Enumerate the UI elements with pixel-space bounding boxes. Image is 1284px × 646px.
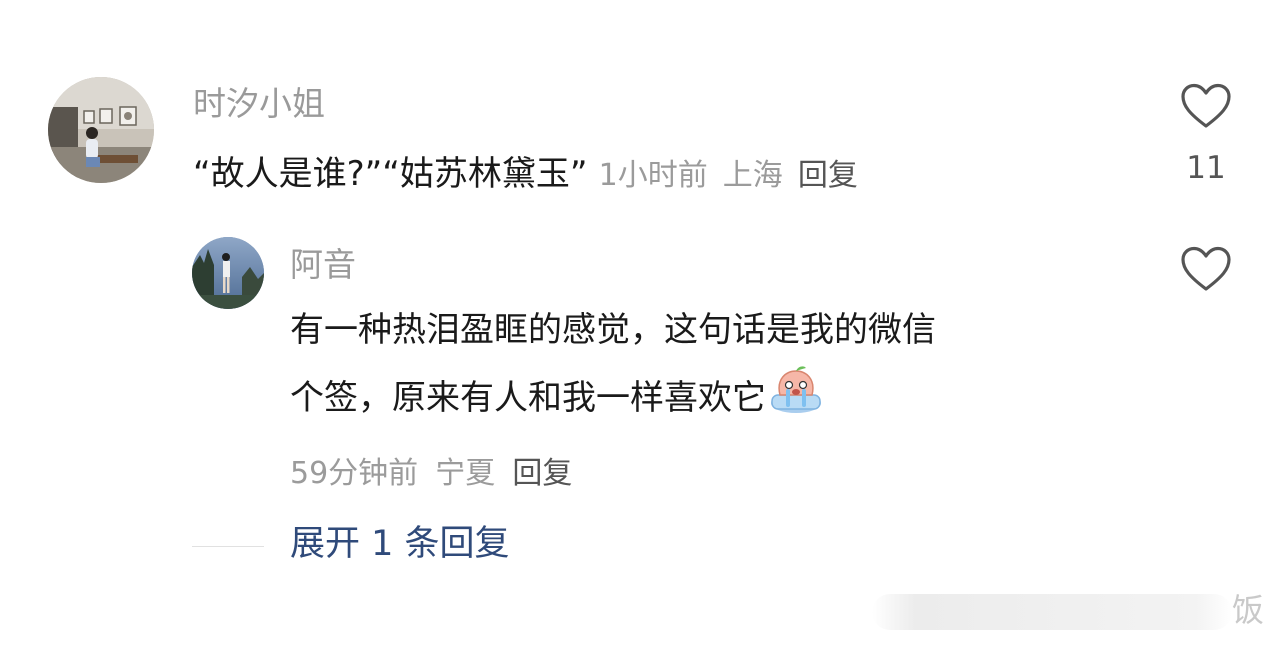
reply-like-button[interactable] xyxy=(1180,245,1232,297)
expand-divider xyxy=(192,546,264,547)
reply-time: 59分钟前 xyxy=(290,456,419,491)
reply-text-line-2: 个签，原来有人和我一样喜欢它 xyxy=(290,378,766,418)
reply-text-line-1: 有一种热泪盈眶的感觉，这句话是我的微信 xyxy=(290,310,936,350)
replier-username[interactable]: 阿音 xyxy=(290,248,356,281)
commenter-avatar[interactable] xyxy=(48,77,154,183)
comment-like-button[interactable] xyxy=(1180,82,1232,134)
reply-text-line-2-row: 个签，原来有人和我一样喜欢它 xyxy=(290,364,1090,432)
reply-reply-button[interactable]: 回复 xyxy=(512,456,572,491)
comment-text: “故人是谁?”“姑苏林黛玉” xyxy=(193,154,588,194)
comment-like-count: 11 xyxy=(1186,150,1226,186)
expand-replies-button[interactable]: 展开 1 条回复 xyxy=(290,527,510,562)
crying-peach-emoji-icon xyxy=(771,366,821,413)
comment-time: 1小时前 xyxy=(598,158,708,193)
watermark-bar xyxy=(872,594,1232,630)
comment-row: “故人是谁?”“姑苏林黛玉” 1小时前 上海 回复 xyxy=(193,150,858,194)
reply-location: 宁夏 xyxy=(435,456,496,491)
comment-reply-button[interactable]: 回复 xyxy=(798,158,858,193)
commenter-username[interactable]: 时汐小姐 xyxy=(193,87,325,120)
heart-outline-icon xyxy=(1181,83,1231,128)
heart-outline-icon xyxy=(1181,246,1231,291)
replier-avatar[interactable] xyxy=(192,237,264,309)
comment-location: 上海 xyxy=(722,158,783,193)
reply-text: 有一种热泪盈眶的感觉，这句话是我的微信 个签，原来有人和我一样喜欢它 xyxy=(290,296,1090,432)
watermark-text: 饭 xyxy=(1232,591,1265,629)
reply-meta-row: 59分钟前 宁夏 回复 xyxy=(290,448,572,492)
